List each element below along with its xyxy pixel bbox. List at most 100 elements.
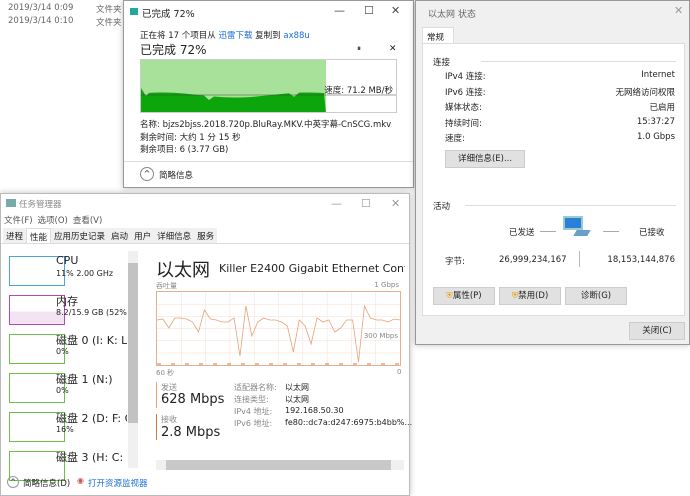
close-button[interactable]: ✕ — [391, 197, 400, 210]
minimize-button[interactable]: — — [334, 4, 345, 17]
tab-general[interactable]: 常规 — [422, 27, 454, 44]
window-title: 已完成 72% — [142, 9, 195, 20]
tab-bar: 进程 性能 应用历史记录 启动 用户 详细信息 服务 — [3, 228, 218, 243]
bytes-label: 字节: — [445, 257, 465, 267]
file-name: 名称: bjzs2bjss.2018.720p.BluRay.MKV.中英字幕-… — [140, 120, 392, 130]
task-manager-icon — [6, 199, 16, 207]
status-value: 15:37:27 — [636, 116, 675, 127]
tab[interactable]: 用户 — [131, 228, 155, 243]
status-key: 速度: — [445, 134, 465, 144]
info-value: 以太网 — [285, 395, 309, 404]
speed-graph: 速度: 71.2 MB/秒 — [140, 59, 397, 113]
date: 2019/3/14 0:10 — [8, 16, 74, 26]
tile-name: 内存 — [56, 295, 78, 308]
tile-value: 8.2/15.9 GB (52%) — [56, 308, 127, 317]
tile-value: 16% — [56, 425, 74, 434]
items-remaining: 剩余项目: 6 (3.77 GB) — [140, 145, 229, 155]
tab[interactable]: 进程 — [3, 228, 27, 243]
fewer-details-button[interactable]: 简略信息(D) — [23, 477, 70, 489]
status-key: 媒体状态: — [445, 103, 482, 113]
cancel-button[interactable]: ✕ — [389, 44, 397, 54]
close-dialog-button[interactable]: 关闭(C) — [629, 322, 685, 340]
time-right-label: 0 — [397, 368, 402, 376]
perf-tile[interactable]: 磁盘 0 (I: K: L: M0% — [1, 334, 127, 370]
send-value: 628 Mbps — [161, 392, 225, 407]
tab[interactable]: 详细信息 — [154, 228, 195, 243]
copy-icon — [130, 8, 138, 15]
status-key: IPv6 连接: — [445, 87, 486, 98]
activity-header: 活动 — [433, 202, 451, 212]
time-remaining: 剩余时间: 大约 1 分 15 秒 — [140, 132, 241, 143]
max-label: 1 Gbps — [374, 281, 399, 289]
connection-header: 连接 — [433, 58, 451, 68]
tab[interactable]: 应用历史记录 — [51, 228, 109, 243]
receive-value: 2.8 Mbps — [161, 425, 221, 440]
copy-dialog: 已完成 72% — ☐ ✕ 正在将 17 个项目从 迅雷下载 复制到 ax88u… — [123, 0, 414, 188]
info-key: IPv6 地址: — [234, 419, 273, 428]
properties-button[interactable]: ⛨属性(P) — [433, 287, 495, 305]
chevron-up-icon[interactable]: ^ — [7, 476, 19, 488]
mid-label: 300 Mbps — [363, 332, 398, 340]
info-value: fe80::dc7a:d247:6975:b4bb%... — [285, 418, 413, 427]
source-link[interactable]: 迅雷下载 — [218, 31, 252, 41]
tile-value: 11% 2.00 GHz — [56, 269, 114, 278]
copy-details: 名称: bjzs2bjss.2018.720p.BluRay.MKV.中英字幕-… — [140, 119, 391, 157]
status-value: 已启用 — [649, 103, 675, 113]
status-value: Internet — [641, 70, 675, 80]
tile-name: 磁盘 0 (I: K: L: M — [56, 334, 127, 347]
received-label: 已接收 — [639, 228, 665, 238]
status-key: IPv4 连接: — [445, 72, 486, 82]
close-button[interactable]: ✕ — [391, 4, 400, 17]
fewer-details-button[interactable]: 简略信息 — [159, 169, 193, 181]
perf-tile[interactable]: 内存 8.2/15.9 GB (52%) — [1, 295, 127, 331]
status-text: 复制到 — [255, 31, 281, 41]
date: 2019/3/14 0:09 — [8, 3, 74, 13]
maximize-button[interactable]: ☐ — [364, 4, 374, 17]
tile-name: 磁盘 2 (D: F: G: — [56, 412, 127, 425]
tile-value: 0% — [56, 386, 69, 395]
explorer-row[interactable]: 2019/3/14 0:09 文件夹 — [8, 3, 122, 15]
pause-button[interactable]: ⏸ — [357, 44, 361, 54]
copy-status: 正在将 17 个项目从 迅雷下载 复制到 ax88u — [140, 29, 310, 41]
horizontal-scrollbar[interactable] — [156, 460, 404, 470]
window-title: 以太网 状态 — [428, 10, 476, 20]
details-button[interactable]: 详细信息(E)... — [445, 150, 525, 168]
tile-value: 0% — [56, 347, 69, 356]
sent-label: 已发送 — [509, 228, 535, 238]
perf-tile[interactable]: CPU 11% 2.00 GHz — [1, 256, 127, 292]
menu-item[interactable]: 查看(V) — [73, 216, 102, 226]
chevron-up-icon[interactable]: ^ — [140, 167, 154, 181]
dest-link[interactable]: ax88u — [283, 31, 309, 41]
disable-button[interactable]: ⛨禁用(D) — [499, 287, 561, 305]
network-status-dialog: 以太网 状态 ✕ 常规 连接 IPv4 连接: Internet IPv6 连接: 无… — [415, 0, 690, 345]
ethernet-title: 以太网 — [156, 260, 210, 281]
menu-item[interactable]: 文件(F) — [4, 216, 33, 226]
close-button[interactable]: ✕ — [674, 4, 683, 17]
menu-bar: 文件(F) 选项(O) 查看(V) — [4, 214, 107, 226]
received-bytes: 18,153,144,876 — [607, 255, 675, 265]
diagnose-button[interactable]: 诊断(G) — [565, 287, 627, 305]
tab[interactable]: 服务 — [194, 228, 218, 243]
tab[interactable]: 启动 — [108, 228, 132, 243]
sidebar-scrollbar[interactable] — [128, 251, 138, 468]
explorer-row[interactable]: 2019/3/14 0:10 文件夹 — [8, 16, 122, 28]
status-text: 正在将 17 个项目从 — [140, 31, 216, 41]
sent-bytes: 26,999,234,167 — [499, 255, 567, 265]
throughput-graph: 300 Mbps — [156, 291, 401, 366]
general-panel: 连接 IPv4 连接: Internet IPv6 连接: 无网络访问权限 媒体状态: 已… — [422, 43, 685, 316]
receive-label: 接收 — [161, 415, 177, 424]
time-left-label: 60 秒 — [156, 369, 175, 377]
minimize-button[interactable]: — — [331, 197, 342, 210]
open-resource-monitor-link[interactable]: 打开资源监视器 — [88, 477, 148, 489]
speed-label: 速度: 71.2 MB/秒 — [324, 86, 393, 96]
tab[interactable]: 性能 — [26, 228, 52, 243]
perf-tile[interactable]: 磁盘 1 (N:) 0% — [1, 373, 127, 409]
info-value: 以太网 — [285, 383, 309, 392]
task-manager-window: 任务管理器 — ☐ ✕ 文件(F) 选项(O) 查看(V) 进程 性能 应用历史记录 启动… — [0, 193, 413, 496]
network-computers-icon — [563, 216, 591, 238]
perf-tile[interactable]: 磁盘 2 (D: F: G:16% — [1, 412, 127, 448]
maximize-button[interactable]: ☐ — [361, 197, 371, 210]
resource-monitor-icon: ◉ — [77, 476, 84, 485]
window-title: 任务管理器 — [19, 200, 62, 210]
menu-item[interactable]: 选项(O) — [38, 216, 68, 226]
